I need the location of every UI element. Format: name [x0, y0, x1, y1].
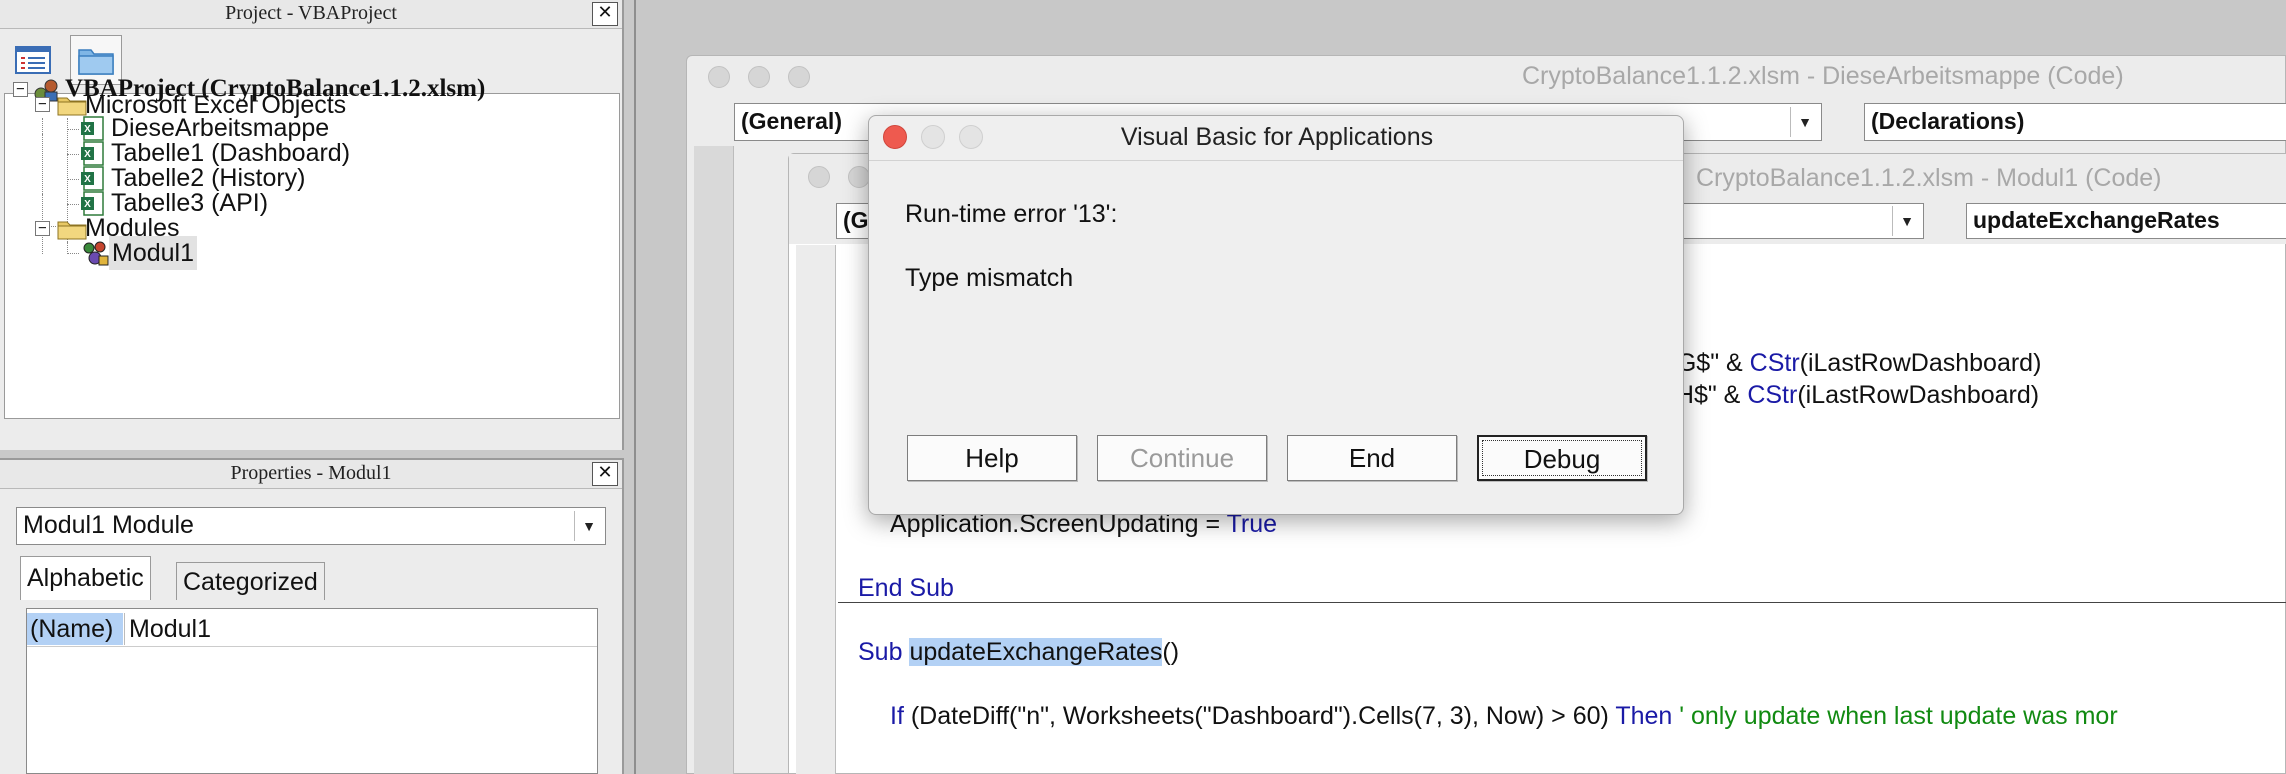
object-combo-front-value: (G	[843, 207, 869, 233]
code-line-cutoff	[890, 762, 1020, 774]
tab-categorized[interactable]: Categorized	[176, 562, 325, 600]
tab-alphabetic[interactable]: Alphabetic	[20, 556, 151, 600]
procedure-combo-front-value: updateExchangeRates	[1973, 207, 2220, 233]
code-line: End Sub	[858, 574, 954, 602]
close-icon[interactable]: ✕	[592, 462, 618, 486]
margin-indicator-bar	[694, 146, 734, 774]
svg-text:X: X	[84, 124, 91, 135]
properties-object-combo[interactable]: Modul1 Module ▼	[16, 507, 606, 545]
code-line: Sub updateExchangeRates()	[858, 638, 1180, 666]
collapse-excel-objects-toggle[interactable]: −	[35, 97, 50, 112]
dialog-title: Visual Basic for Applications	[1120, 123, 1434, 151]
code-line: If (DateDiff("n", Worksheets("Dashboard"…	[890, 702, 2118, 730]
project-pane-title: Project - VBAProject	[0, 0, 622, 29]
property-value-cell[interactable]: Modul1	[129, 613, 211, 645]
collapse-root-toggle[interactable]: −	[13, 82, 28, 97]
object-combo-general-value: (General)	[741, 108, 842, 134]
margin-indicator-bar	[796, 245, 836, 774]
svg-text:X: X	[84, 149, 91, 160]
selected-text: updateExchangeRates	[909, 638, 1163, 666]
error-code-text: Run-time error '13':	[905, 200, 1118, 228]
window-zoom-button[interactable]	[788, 66, 810, 88]
project-tree: − VBAProject (CryptoBalance1.1.2.xlsm) −…	[4, 75, 620, 419]
window-close-button[interactable]	[808, 166, 830, 188]
help-button[interactable]: Help	[907, 435, 1077, 481]
svg-text:X: X	[84, 199, 91, 210]
properties-object-combo-value: Modul1 Module	[23, 511, 194, 539]
project-explorer: Project - VBAProject ✕ − VBAProject (Cry…	[0, 0, 624, 450]
chevron-down-icon[interactable]: ▼	[1790, 107, 1819, 137]
procedure-combo-front[interactable]: updateExchangeRates	[1966, 203, 2286, 239]
property-name-cell[interactable]: (Name)	[27, 613, 123, 645]
window-minimize-button[interactable]	[748, 66, 770, 88]
code-line: :$G$" & CStr(iLastRowDashboard)	[1656, 349, 2042, 377]
error-message-text: Type mismatch	[905, 264, 1074, 292]
chevron-down-icon[interactable]: ▼	[1892, 206, 1921, 236]
collapse-modules-toggle[interactable]: −	[35, 221, 50, 236]
close-icon[interactable]: ✕	[592, 2, 618, 26]
properties-pane-title: Properties - Modul1	[0, 460, 622, 489]
procedure-combo-declarations[interactable]: (Declarations)	[1864, 103, 2286, 141]
end-button[interactable]: End	[1287, 435, 1457, 481]
chevron-down-icon[interactable]: ▼	[574, 511, 603, 541]
tree-item-module-selected[interactable]: Modul1	[109, 236, 197, 270]
svg-text:X: X	[84, 174, 91, 185]
window-close-button[interactable]	[708, 66, 730, 88]
runtime-error-dialog: Visual Basic for Applications Run-time e…	[868, 115, 1684, 515]
properties-grid: (Name) Modul1	[26, 608, 598, 774]
code-window-back-title: CryptoBalance1.1.2.xlsm - DieseArbeitsma…	[1522, 62, 2124, 90]
procedure-combo-declarations-value: (Declarations)	[1871, 108, 2025, 134]
code-line: $H$" & CStr(iLastRowDashboard)	[1662, 381, 2040, 409]
continue-button: Continue	[1097, 435, 1267, 481]
window-minimize-button[interactable]	[848, 166, 870, 188]
code-window-front-title: CryptoBalance1.1.2.xlsm - Modul1 (Code)	[1696, 164, 2162, 192]
debug-button[interactable]: Debug	[1477, 435, 1647, 481]
procedure-separator	[838, 602, 2286, 603]
module-icon	[81, 239, 109, 272]
